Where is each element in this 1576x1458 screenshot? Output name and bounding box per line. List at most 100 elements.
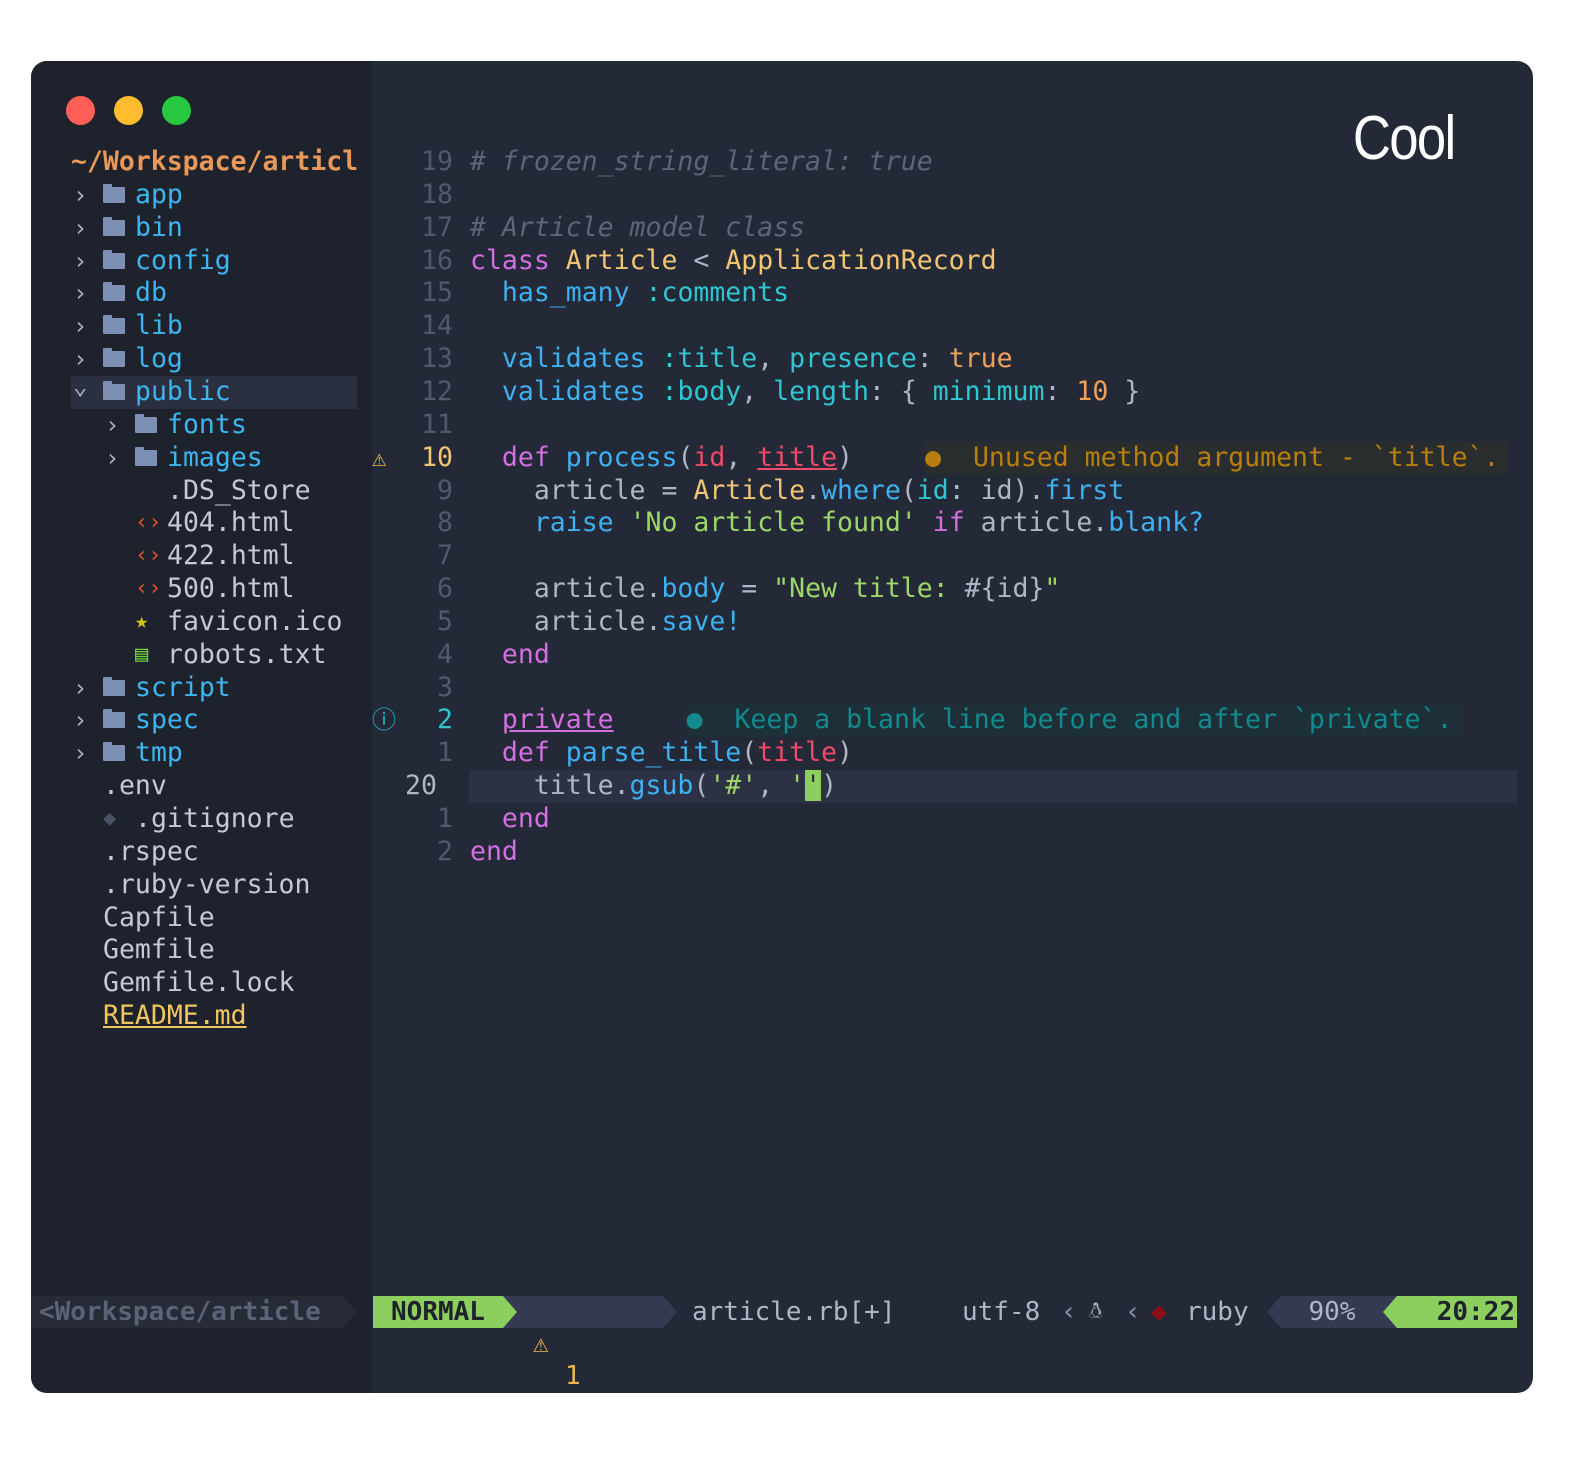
status-bar: <Workspace/article NORMAL ⚠ 1 ⓘ 1 articl… [31,1296,1517,1391]
folder-icon [103,348,125,368]
code-token: } [1108,375,1141,407]
maximize-window-button[interactable] [162,96,191,125]
tree-file-500-html[interactable]: ‹› 500.html [71,573,357,606]
tree-folder-app[interactable]: › app [71,179,357,212]
code-token: if [932,507,965,539]
tree-folder-public[interactable]: ⌄ public [71,372,357,409]
code-line[interactable]: end [470,803,550,836]
code-token: # Article model class [470,211,806,243]
code-token: , [741,375,774,407]
code-line[interactable]: def parse_title(title) [470,737,853,770]
tree-file-ds-store[interactable]: .DS_Store [71,475,357,508]
tree-file-ruby-version[interactable]: .ruby-version [71,869,357,902]
tree-file-422-html[interactable]: ‹› 422.html [71,540,357,573]
code-line[interactable]: end [470,836,518,869]
chevron-right-icon[interactable]: › [105,409,125,442]
minimize-window-button[interactable] [114,96,143,125]
tree-item-label: robots.txt [167,638,327,670]
code-line[interactable]: # Article model class [470,212,805,245]
code-line[interactable]: def process(id, title) [470,442,853,475]
chevron-right-icon[interactable]: › [73,179,93,212]
tree-folder-spec[interactable]: › spec [71,704,357,737]
chevron-down-icon[interactable]: ⌄ [73,370,93,403]
code-token: where [821,474,901,506]
code-token: end [470,835,518,867]
diagnostics-segment[interactable]: ⚠ 1 ⓘ 1 [503,1296,663,1391]
folder-open-icon [103,380,125,400]
line-number: 18 [421,178,453,210]
code-token: : { [868,375,933,407]
line-number: 2 [437,704,453,736]
code-token: :body [661,375,742,407]
code-token: ' [789,770,806,802]
tree-folder-config[interactable]: › config [71,245,357,278]
code-line[interactable]: private [470,704,614,737]
code-line[interactable]: validates :body, length: { minimum: 10 } [470,376,1140,409]
code-token: ( [900,474,917,506]
tree-item-label: Gemfile [103,934,215,966]
tree-item-label: config [135,244,231,276]
code-token: has_many [501,277,630,309]
tree-file-gemfile[interactable]: Gemfile [71,934,357,967]
line-number: 20 [405,770,437,802]
code-line[interactable]: class Article < ApplicationRecord [470,245,997,278]
code-token: < [677,244,726,276]
tree-file-favicon-ico[interactable]: ★ favicon.ico [71,606,357,639]
code-line[interactable]: # frozen_string_literal: true [470,146,933,179]
chevron-right-icon[interactable]: › [105,442,125,475]
code-token: validates [501,343,646,375]
cursor-position: 20:22 [1397,1296,1517,1328]
separator [663,1296,677,1328]
code-token: ( [741,737,758,769]
line-number: 15 [421,277,453,309]
code-line[interactable]: raise 'No article found' if article.blan… [470,507,1204,540]
tree-file-robots-txt[interactable]: ▤ robots.txt [71,639,357,672]
chevron-right-icon[interactable]: › [73,672,93,705]
tree-item-label: db [135,277,167,309]
chevron-right-icon[interactable]: › [73,212,93,245]
tree-folder-tmp[interactable]: › tmp [71,737,357,770]
code-token: "New title: [773,573,965,605]
chevron-right-icon[interactable]: › [73,245,93,278]
tree-item-label: .env [103,770,167,802]
chevron-right-icon[interactable]: › [73,737,93,770]
tree-folder-lib[interactable]: › lib [71,310,357,343]
tree-file-env[interactable]: .env [71,770,357,803]
code-token: . [805,474,822,506]
chevron-right-icon[interactable]: › [73,310,93,343]
line-number: 5 [437,605,453,637]
tree-folder-script[interactable]: › script [71,672,357,705]
chevron-right-icon[interactable]: › [73,704,93,737]
code-line[interactable]: article.save! [470,606,741,639]
overlay-title: Cool [1353,104,1456,173]
close-window-button[interactable] [66,96,95,125]
tree-file-rspec[interactable]: .rspec [71,836,357,869]
tree-file-readme-md[interactable]: README.md [71,1000,357,1033]
text-cursor: ' [805,770,822,802]
tree-folder-images[interactable]: › images [71,442,357,475]
tree-file-gitignore[interactable]: ◆ .gitignore [71,803,357,836]
tree-folder-log[interactable]: › log [71,343,357,376]
chevron-right-icon[interactable]: › [73,277,93,310]
folder-icon [103,282,125,302]
line-number: 7 [437,540,453,572]
tree-folder-fonts[interactable]: › fonts [71,409,357,442]
tree-file-gemfile-lock[interactable]: Gemfile.lock [71,967,357,1000]
code-line[interactable]: article = Article.where(id: id).first [470,475,1124,508]
tree-file-404-html[interactable]: ‹› 404.html [71,507,357,540]
tree-folder-db[interactable]: › db [71,277,357,310]
code-line[interactable]: title.gsub('#', '') [470,770,837,803]
tree-item-label: Capfile [103,901,215,933]
code-token: article. [470,573,662,605]
code-line[interactable]: end [470,639,550,672]
tree-folder-bin[interactable]: › bin [71,212,357,245]
code-line[interactable]: article.body = "New title: #{id}" [470,573,1061,606]
tree-file-capfile[interactable]: Capfile [71,902,357,935]
line-number: 1 [437,737,453,769]
code-line[interactable]: has_many :comments [470,277,789,310]
code-line[interactable]: validates :title, presence: true [470,343,1013,376]
